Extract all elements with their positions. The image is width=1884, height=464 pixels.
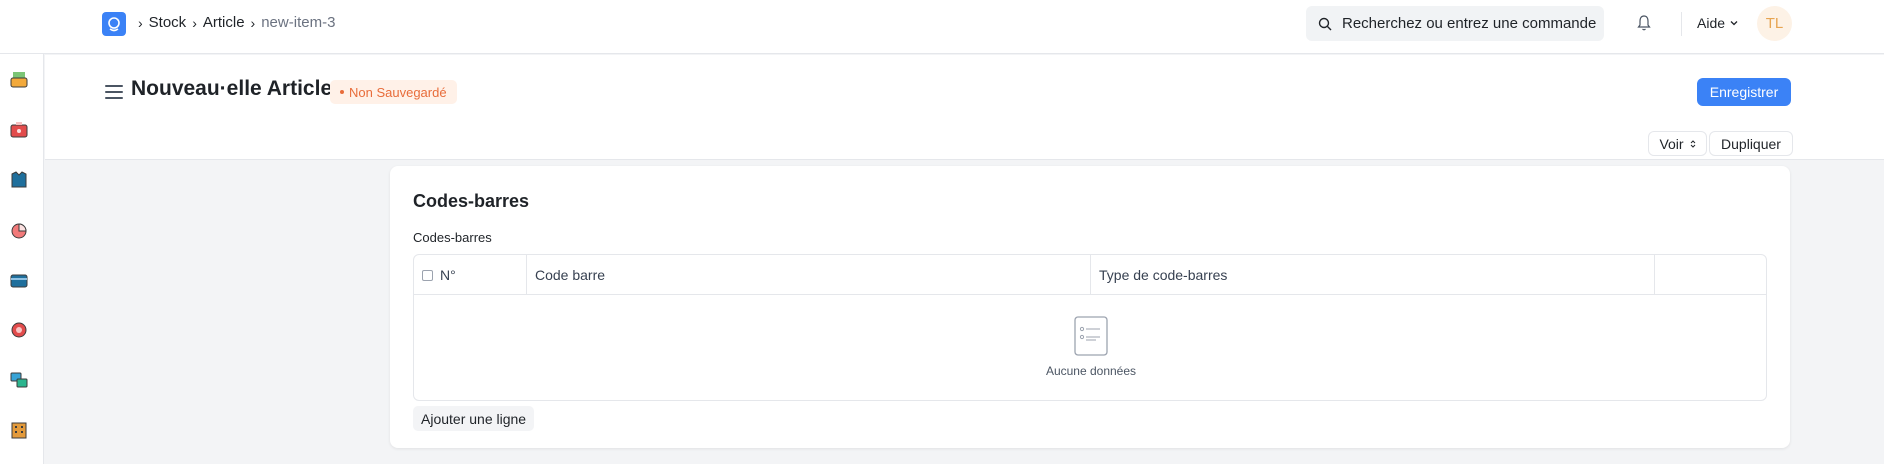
breadcrumb: › Stock › Article › new-item-3 <box>138 14 335 31</box>
breadcrumb-stock[interactable]: Stock <box>149 14 187 31</box>
shapes-icon[interactable] <box>8 369 30 391</box>
breadcrumb-article[interactable]: Article <box>203 14 245 31</box>
avatar[interactable]: TL <box>1757 6 1792 41</box>
empty-document-icon <box>1074 316 1108 356</box>
chevron-right-icon: › <box>192 14 197 31</box>
view-dropdown[interactable]: Voir <box>1648 131 1707 156</box>
top-navbar: › Stock › Article › new-item-3 Recherche… <box>0 0 1884 54</box>
barcodes-section: Codes-barres Codes-barres N° Code barre … <box>390 166 1790 448</box>
shirt-icon[interactable] <box>8 169 30 191</box>
help-label: Aide <box>1697 15 1726 31</box>
status-dot-icon <box>340 90 344 94</box>
table-header: N° Code barre Type de code-barres <box>414 255 1766 295</box>
status-badge-label: Non Sauvegardé <box>349 84 447 100</box>
view-label: Voir <box>1659 135 1684 152</box>
search-placeholder: Recherchez ou entrez une commande <box>1342 15 1597 32</box>
field-label: Codes-barres <box>413 230 492 245</box>
page-header: Nouveau·elle Article Non Sauvegardé Enre… <box>45 55 1884 160</box>
chevron-right-icon: › <box>138 14 143 31</box>
search-icon <box>1318 17 1332 30</box>
divider <box>1681 12 1682 36</box>
basket-icon[interactable] <box>8 69 30 91</box>
support-icon[interactable] <box>8 319 30 341</box>
menu-icon[interactable] <box>105 85 123 99</box>
building-icon[interactable] <box>8 419 30 441</box>
sidebar <box>0 54 44 464</box>
chevron-right-icon: › <box>250 14 256 31</box>
duplicate-button[interactable]: Dupliquer <box>1709 131 1793 156</box>
help-dropdown[interactable]: Aide <box>1697 15 1739 31</box>
pie-chart-icon[interactable] <box>8 219 30 241</box>
frappe-logo-icon[interactable] <box>102 12 126 36</box>
add-row-button[interactable]: Ajouter une ligne <box>413 406 535 431</box>
column-number: N° <box>414 255 527 295</box>
select-all-checkbox[interactable] <box>422 269 433 281</box>
search-input[interactable]: Recherchez ou entrez une commande <box>1306 6 1604 41</box>
chevron-down-icon <box>1730 21 1738 26</box>
empty-state: Aucune données <box>414 296 1766 400</box>
section-title: Codes-barres <box>413 191 530 211</box>
breadcrumb-current: new-item-3 <box>261 14 336 31</box>
bell-icon[interactable] <box>1636 14 1652 32</box>
toolbox-icon[interactable] <box>8 119 30 141</box>
column-barcode: Code barre <box>527 255 1091 295</box>
column-barcode-type: Type de code-barres <box>1091 255 1655 295</box>
save-button[interactable]: Enregistrer <box>1697 78 1791 106</box>
page-title: Nouveau·elle Article <box>131 77 333 100</box>
status-badge: Non Sauvegardé <box>330 80 457 104</box>
wallet-icon[interactable] <box>8 269 30 291</box>
barcodes-table: N° Code barre Type de code-barres Aucune… <box>413 254 1767 401</box>
sort-icon <box>1690 139 1695 148</box>
column-number-label: N° <box>440 267 456 283</box>
empty-state-text: Aucune données <box>1045 364 1137 378</box>
column-actions <box>1655 255 1766 295</box>
